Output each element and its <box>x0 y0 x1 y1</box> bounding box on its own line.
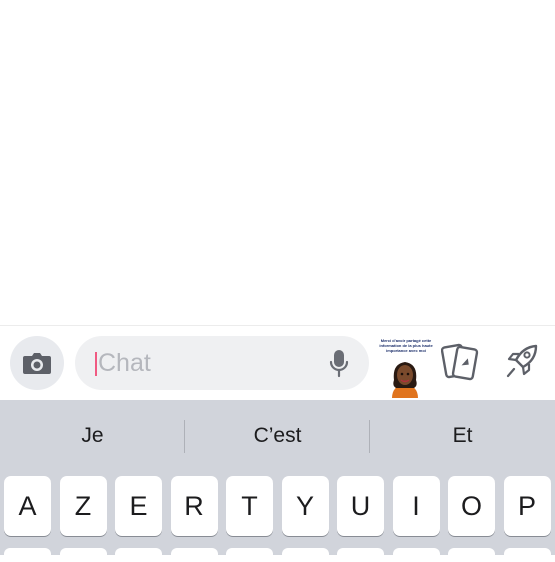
key-p[interactable]: P <box>503 476 551 536</box>
suggestion-3[interactable]: Et <box>370 400 555 470</box>
key-u[interactable]: U <box>337 476 384 536</box>
key-row2-partial[interactable] <box>226 548 273 562</box>
microphone-icon[interactable] <box>329 349 349 379</box>
text-caret <box>95 352 97 376</box>
key-z[interactable]: Z <box>59 476 107 536</box>
suggestion-bar: Je C’est Et <box>0 400 555 470</box>
keyboard: Je C’est Et A Z E R T Y U I O P <box>0 400 555 562</box>
key-row2-partial[interactable] <box>392 548 440 562</box>
key-row2-partial[interactable] <box>281 548 329 562</box>
suggestion-2[interactable]: C’est <box>185 400 370 470</box>
key-row2-partial[interactable] <box>59 548 107 562</box>
suggestion-1[interactable]: Je <box>0 400 185 470</box>
chat-message-area <box>0 0 555 325</box>
key-i[interactable]: I <box>392 476 440 536</box>
key-y[interactable]: Y <box>281 476 329 536</box>
chat-input-bar: Chat Merci d'avoir partagé cette informa… <box>0 326 555 400</box>
key-row2-partial[interactable] <box>448 548 495 562</box>
rocket-icon[interactable] <box>503 342 541 382</box>
key-a[interactable]: A <box>4 476 51 536</box>
bitmoji-sticker-button[interactable]: Merci d'avoir partagé cette information … <box>378 338 434 398</box>
key-r[interactable]: R <box>170 476 218 536</box>
camera-icon <box>23 353 51 374</box>
sticker-caption: Merci d'avoir partagé cette information … <box>379 338 433 353</box>
key-row2-partial[interactable] <box>4 548 51 562</box>
key-o[interactable]: O <box>448 476 495 536</box>
bitmoji-avatar-icon <box>392 362 418 398</box>
camera-button[interactable] <box>10 336 64 390</box>
key-row2-partial[interactable] <box>115 548 162 562</box>
cards-icon[interactable] <box>441 342 479 382</box>
key-row2-partial[interactable] <box>337 548 384 562</box>
key-e[interactable]: E <box>115 476 162 536</box>
chat-input[interactable]: Chat <box>75 336 369 390</box>
key-t[interactable]: T <box>226 476 273 536</box>
key-row2-partial[interactable] <box>170 548 218 562</box>
chat-input-placeholder: Chat <box>98 349 151 377</box>
key-row2-partial[interactable] <box>503 548 551 562</box>
